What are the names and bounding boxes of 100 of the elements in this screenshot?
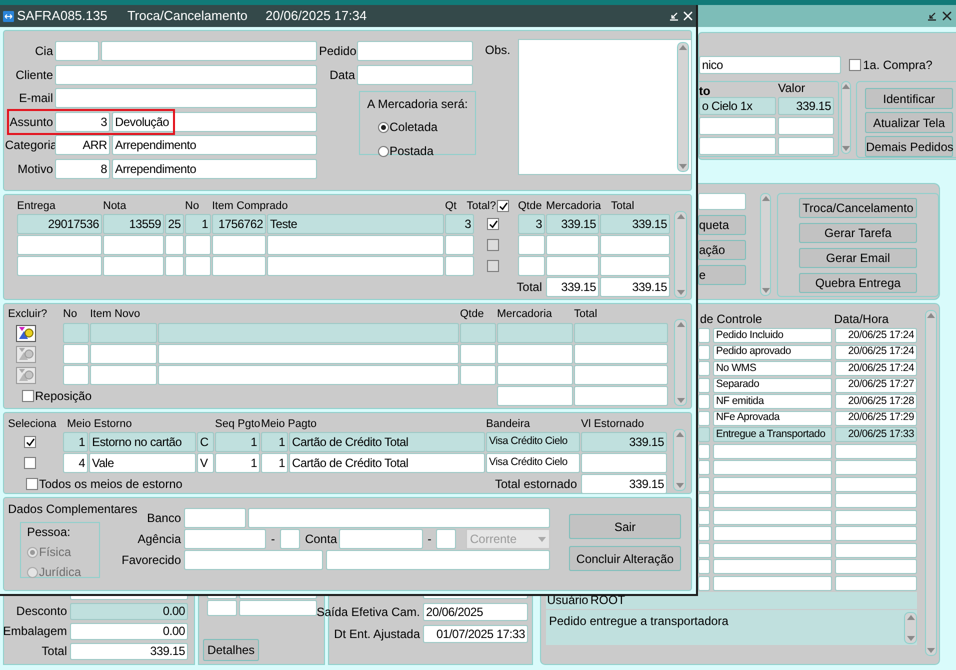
text-field[interactable]: 25 — [165, 214, 184, 234]
text-field[interactable] — [778, 117, 834, 135]
text-field[interactable]: 1 — [261, 453, 288, 473]
text-field[interactable] — [713, 576, 832, 590]
text-field[interactable]: Teste — [267, 214, 444, 234]
text-field[interactable] — [574, 344, 668, 364]
text-field[interactable] — [698, 510, 710, 524]
text-field[interactable]: 1756762 — [212, 214, 266, 234]
checkbox[interactable] — [849, 59, 861, 71]
text-field[interactable] — [497, 365, 573, 385]
down-arrow-icon[interactable] — [676, 398, 684, 403]
text-field[interactable] — [698, 344, 710, 360]
text-field[interactable] — [518, 256, 545, 276]
text-field[interactable] — [460, 323, 496, 343]
up-arrow-icon[interactable] — [676, 322, 684, 327]
text-field[interactable] — [713, 476, 832, 492]
text-field[interactable] — [778, 137, 834, 155]
text-field[interactable]: NF emitida — [713, 394, 832, 409]
text-field[interactable]: 3 — [518, 214, 545, 234]
up-arrow-icon[interactable] — [676, 214, 684, 219]
text-field[interactable] — [698, 526, 710, 541]
text-field[interactable] — [698, 427, 710, 442]
text-field[interactable]: 20/06/25 17:29 — [835, 410, 917, 426]
text-field[interactable] — [497, 344, 573, 364]
text-field[interactable]: 1 — [215, 432, 260, 452]
text-field[interactable] — [698, 361, 710, 376]
text-field[interactable] — [546, 256, 599, 276]
minimize-icon[interactable] — [927, 11, 937, 21]
text-field[interactable]: 339.15 — [600, 277, 670, 297]
down-arrow-icon[interactable] — [676, 290, 684, 295]
text-field[interactable] — [184, 508, 246, 528]
text-field[interactable] — [574, 323, 668, 343]
action-button[interactable]: Quebra Entrega — [799, 273, 917, 293]
text-field[interactable] — [239, 600, 317, 616]
text-field[interactable]: Pedido Incluido — [713, 328, 832, 343]
text-field[interactable] — [267, 256, 444, 276]
text-field[interactable]: nico — [699, 56, 841, 74]
text-field[interactable] — [574, 386, 668, 406]
text-field[interactable] — [158, 344, 459, 364]
text-field[interactable]: Entregue a Transportado — [713, 427, 832, 442]
text-field[interactable] — [698, 394, 710, 409]
up-arrow-icon[interactable] — [679, 45, 688, 50]
text-field[interactable]: 13559 — [103, 214, 164, 234]
checkbox[interactable] — [487, 260, 499, 272]
action-button[interactable]: Troca/Cancelamento — [799, 198, 917, 218]
text-field[interactable] — [207, 600, 237, 616]
text-field[interactable]: 339.15 — [546, 277, 599, 297]
text-field[interactable] — [357, 41, 473, 61]
text-field[interactable] — [55, 64, 317, 84]
text-field[interactable]: Estorno no cartão — [89, 432, 196, 452]
text-field[interactable] — [212, 235, 266, 255]
text-field[interactable]: 339.15 — [70, 642, 188, 660]
text-field[interactable] — [698, 444, 710, 458]
text-field[interactable] — [185, 235, 211, 255]
text-field[interactable] — [55, 88, 317, 108]
text-field[interactable] — [698, 559, 710, 574]
scrollbar[interactable] — [674, 319, 687, 406]
text-field[interactable]: 20/06/25 17:33 — [835, 427, 917, 442]
text-field[interactable] — [835, 444, 917, 458]
text-field[interactable]: Separado — [713, 378, 832, 392]
text-field[interactable] — [248, 508, 550, 528]
text-field[interactable]: Cartão de Crédito Total — [289, 432, 485, 452]
text-field[interactable] — [713, 444, 832, 458]
text-field[interactable]: 20/06/25 17:24 — [835, 361, 917, 376]
text-field[interactable] — [518, 235, 545, 255]
scrollbar[interactable] — [677, 42, 690, 172]
checkbox[interactable] — [26, 478, 38, 490]
text-field[interactable]: 3 — [55, 112, 110, 132]
text-field[interactable] — [835, 542, 917, 558]
action-button[interactable]: ação — [698, 240, 746, 260]
down-arrow-icon[interactable] — [676, 483, 684, 488]
text-field[interactable] — [835, 476, 917, 492]
text-field[interactable] — [835, 493, 917, 508]
text-field[interactable]: 3 — [445, 214, 474, 234]
text-field[interactable]: 4 — [63, 453, 88, 473]
text-field[interactable]: 339.15 — [546, 214, 599, 234]
text-field[interactable]: 339.15 — [581, 474, 667, 494]
text-field[interactable] — [698, 460, 710, 475]
note-area[interactable]: Pedido entregue a transportadora — [546, 610, 917, 644]
text-field[interactable]: 339.15 — [778, 97, 834, 115]
text-field[interactable] — [90, 323, 157, 343]
up-arrow-icon[interactable] — [927, 313, 935, 318]
text-field[interactable]: Arrependimento — [112, 135, 317, 155]
text-field[interactable]: Pedido aprovado — [713, 344, 832, 360]
text-field[interactable] — [436, 529, 456, 549]
text-field[interactable] — [698, 576, 710, 590]
checkbox[interactable] — [487, 239, 499, 251]
text-field[interactable] — [17, 235, 102, 255]
text-field[interactable]: Vale — [89, 453, 196, 473]
checkbox[interactable] — [487, 218, 499, 230]
text-field[interactable]: C — [197, 432, 214, 452]
action-button[interactable]: e — [698, 265, 746, 285]
action-button[interactable]: Atualizar Tela — [865, 112, 953, 133]
text-field[interactable] — [357, 65, 473, 85]
action-button[interactable]: Sair — [569, 514, 681, 539]
scrollbar[interactable] — [674, 211, 687, 298]
text-field[interactable] — [267, 235, 444, 255]
text-field[interactable] — [698, 542, 710, 558]
text-field[interactable] — [103, 235, 164, 255]
action-button[interactable]: Detalhes — [203, 639, 259, 661]
